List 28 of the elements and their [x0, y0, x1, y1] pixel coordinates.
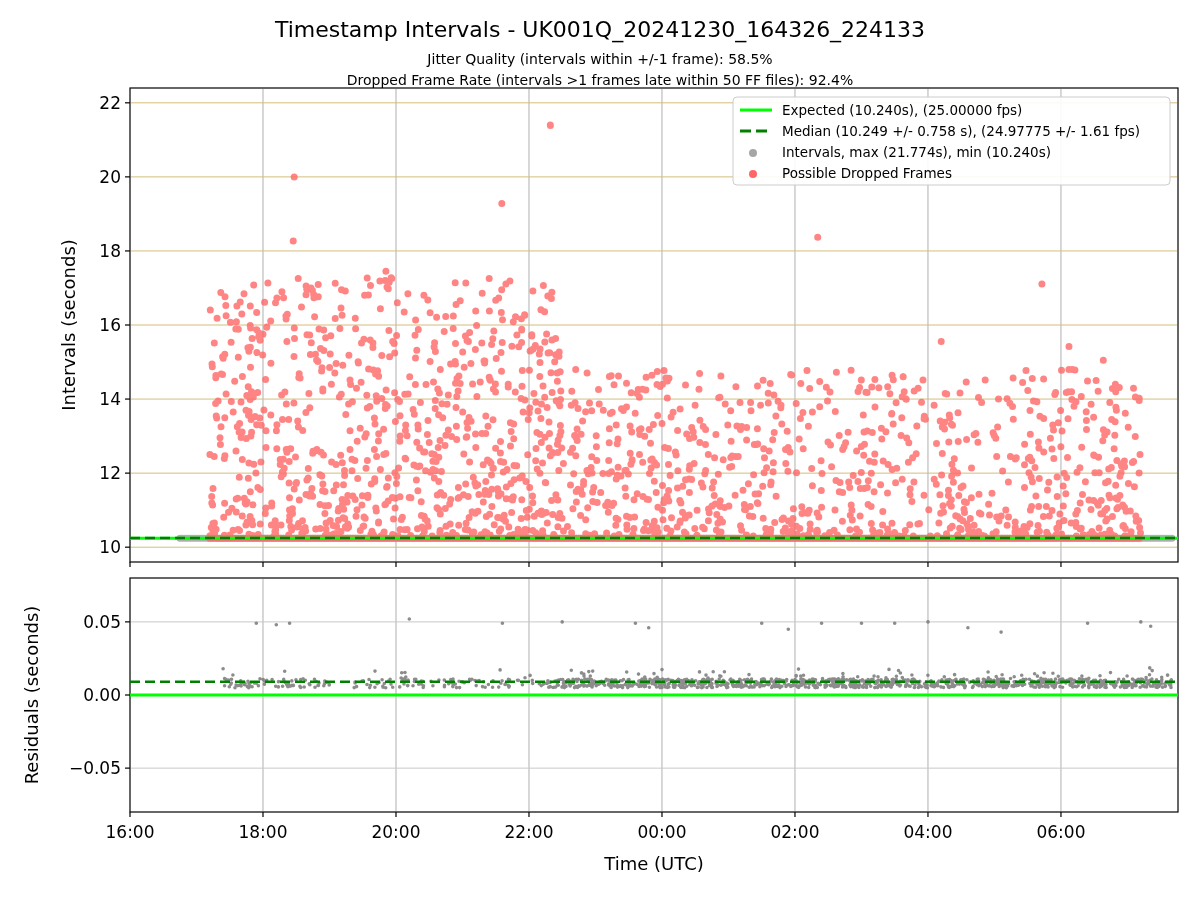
axis-tick-label: 0.00 — [83, 685, 121, 705]
axis-tick-label: 12 — [99, 463, 121, 484]
figure-title: Timestamp Intervals - UK001Q_20241230_164326_224133 — [274, 17, 926, 42]
y-axis-label: Intervals (seconds) — [58, 239, 79, 411]
axis-tick-label: 06:00 — [1036, 822, 1086, 842]
axis-tick-label: 18:00 — [238, 822, 288, 842]
axis-tick-label: 00:00 — [637, 822, 687, 842]
axis-tick-label: 02:00 — [770, 822, 820, 842]
y-axis-label: Residuals (seconds) — [21, 605, 42, 785]
axis-tick-label: 16 — [99, 315, 121, 335]
axis-tick-label: 20 — [99, 166, 121, 187]
legend-label: Intervals, max (21.774s), min (10.240s) — [782, 144, 1051, 160]
axis-tick-label: 22 — [99, 92, 121, 113]
axis-tick-label: 10 — [99, 537, 121, 558]
axis-tick-label: 22:00 — [504, 822, 554, 842]
axis-tick-label: 16:00 — [105, 822, 155, 842]
figure-subtitle: Jitter Quality (intervals within +/-1 frame): 58.5% — [427, 51, 773, 67]
axis-tick-label: 04:00 — [903, 822, 953, 842]
legend-label: Possible Dropped Frames — [782, 165, 952, 181]
axis-tick-label: −0.05 — [68, 758, 121, 779]
x-axis-label: Time (UTC) — [604, 853, 704, 874]
axis-tick-label: 14 — [99, 389, 121, 410]
legend-label: Median (10.249 +/- 0.758 s), (24.97775 +/- 1.61 fps) — [782, 123, 1140, 139]
figure-subtitle: Dropped Frame Rate (intervals >1 frames late within 50 FF files): 92.4% — [346, 72, 854, 88]
axis-tick-label: 20:00 — [371, 822, 421, 842]
axis-tick-label: 0.05 — [83, 611, 121, 632]
legend-label: Expected (10.240s), (25.00000 fps) — [782, 102, 1023, 118]
axis-tick-label: 18 — [99, 240, 121, 261]
